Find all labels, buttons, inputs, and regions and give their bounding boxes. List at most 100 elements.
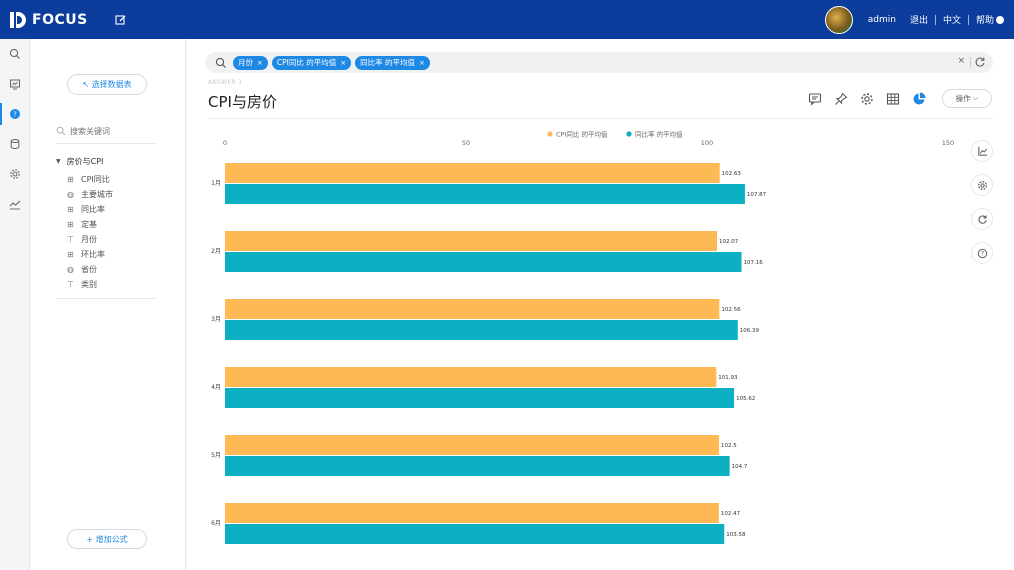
tree-root-table[interactable]: ▼ 房价与CPI — [56, 156, 103, 167]
column-item-label: CPI同比 — [81, 175, 110, 184]
text-field-icon: ⊤ — [67, 235, 74, 244]
axis-button[interactable] — [971, 140, 993, 162]
category-label: 4月 — [211, 384, 221, 391]
trend-icon — [9, 200, 21, 210]
help-label: 帮助 — [975, 16, 994, 26]
query-chip[interactable]: 月份 × — [233, 55, 268, 70]
add-formula-button[interactable]: + 增加公式 — [67, 529, 147, 549]
language-switch[interactable]: 中文 — [936, 13, 968, 26]
data-panel: ↖ 选择数据表 ▼ 房价与CPI ⊞ CPI同比 ◍ 主要城市 ⊞ 同比率 ⊞ 定基 ⊤ 月份 ⊞ 环… — [30, 39, 186, 570]
clear-search-icon[interactable]: × — [957, 56, 965, 66]
bar — [225, 320, 738, 340]
bar — [225, 524, 725, 544]
settings-button[interactable] — [859, 91, 875, 107]
help-icon — [996, 16, 1004, 24]
help-button[interactable]: ? — [971, 242, 993, 264]
bar — [225, 299, 720, 319]
help-link[interactable]: 帮助 — [969, 13, 1014, 26]
data-label: 101.93 — [718, 375, 738, 381]
focus-logo-icon — [10, 11, 26, 28]
data-label: 102.5 — [721, 443, 737, 449]
column-item[interactable]: ⊤ 月份 — [67, 232, 113, 247]
bar — [225, 184, 745, 204]
x-tick-label: 50 — [462, 139, 470, 147]
user-avatar[interactable] — [824, 5, 853, 34]
divider — [970, 57, 971, 68]
comment-button[interactable] — [807, 91, 823, 107]
remove-chip-icon[interactable]: × — [340, 59, 346, 67]
globe-icon: ◍ — [67, 190, 74, 199]
column-item-label: 同比率 — [81, 205, 105, 214]
query-chip[interactable]: 同比率 的平均值 × — [355, 55, 430, 70]
data-label: 106.39 — [740, 328, 760, 334]
remove-chip-icon[interactable]: × — [257, 59, 263, 67]
data-label: 102.47 — [721, 511, 741, 517]
column-item[interactable]: ⊤ 类别 — [67, 277, 113, 292]
column-item[interactable]: ⊞ 同比率 — [67, 202, 113, 217]
caret-down-icon: ▼ — [56, 158, 61, 165]
query-chip-label: CPI同比 的平均值 — [276, 58, 337, 67]
column-item-label: 类别 — [81, 280, 97, 289]
table-view-button[interactable] — [885, 91, 901, 107]
chart-toolbar — [807, 91, 937, 107]
category-label: 1月 — [211, 180, 221, 187]
query-chips: 月份 × CPI同比 的平均值 × 同比率 的平均值 × — [227, 55, 430, 70]
answer-label: ANSWER 1 — [208, 79, 243, 86]
svg-text:?: ? — [13, 111, 17, 119]
x-tick-label: 0 — [223, 139, 227, 147]
chart-type-button[interactable] — [911, 91, 927, 107]
rail-dashboard[interactable] — [0, 69, 30, 99]
column-item-label: 月份 — [81, 235, 97, 244]
data-label: 107.16 — [744, 260, 764, 266]
query-chip[interactable]: CPI同比 的平均值 × — [271, 55, 352, 70]
pin-button[interactable] — [833, 91, 849, 107]
data-label: 103.58 — [726, 532, 746, 538]
refresh-icon[interactable] — [974, 56, 986, 68]
rail-analytics[interactable] — [0, 189, 30, 219]
column-item[interactable]: ◍ 主要城市 — [67, 187, 113, 202]
question-icon: ? — [10, 109, 20, 119]
rail-question[interactable]: ? — [0, 99, 30, 129]
bar — [225, 435, 720, 455]
username[interactable]: admin — [861, 15, 903, 25]
bar — [225, 456, 730, 476]
category-label: 3月 — [211, 316, 221, 323]
legend-swatch — [547, 131, 553, 137]
pie-chart-icon — [913, 92, 926, 105]
search-icon — [9, 48, 20, 59]
logout-link[interactable]: 退出 — [903, 13, 935, 26]
rail-data[interactable] — [0, 129, 30, 159]
text-field-icon: ⊤ — [67, 280, 74, 289]
rotate-button[interactable] — [971, 208, 993, 230]
category-label: 5月 — [211, 452, 221, 459]
category-label: 2月 — [211, 248, 221, 255]
data-label: 107.87 — [747, 192, 767, 198]
tree-root-label: 房价与CPI — [66, 157, 104, 166]
main-content: 月份 × CPI同比 的平均值 × 同比率 的平均值 × × ANSWER 1 CPI与房… — [187, 39, 1014, 570]
column-item[interactable]: ◍ 省份 — [67, 262, 113, 277]
edit-icon[interactable] — [114, 13, 128, 27]
bar — [225, 163, 720, 183]
keyword-search-input[interactable] — [70, 126, 150, 136]
operate-button[interactable]: 操作 ⌵ — [942, 89, 992, 108]
pin-icon — [835, 92, 848, 105]
column-item[interactable]: ⊞ 环比率 — [67, 247, 113, 262]
remove-chip-icon[interactable]: × — [419, 59, 425, 67]
x-tick-label: 150 — [942, 139, 954, 147]
query-search-bar[interactable]: 月份 × CPI同比 的平均值 × 同比率 的平均值 × × — [205, 52, 993, 73]
rail-search[interactable] — [0, 39, 30, 69]
column-item-label: 环比率 — [81, 250, 105, 259]
chart-settings-button[interactable] — [971, 174, 993, 196]
column-item-label: 定基 — [81, 220, 97, 229]
rail-settings[interactable] — [0, 159, 30, 189]
select-table-button[interactable]: ↖ 选择数据表 — [67, 74, 147, 95]
search-icon — [215, 57, 226, 68]
chart-side-tools: ? — [971, 140, 993, 276]
operate-label: 操作 — [955, 94, 971, 103]
column-item[interactable]: ⊞ CPI同比 — [67, 172, 113, 187]
app-logo[interactable]: FOCUS — [10, 11, 88, 29]
data-label: 102.07 — [719, 239, 739, 245]
column-item[interactable]: ⊞ 定基 — [67, 217, 113, 232]
column-list: ⊞ CPI同比 ◍ 主要城市 ⊞ 同比率 ⊞ 定基 ⊤ 月份 ⊞ 环比率 ◍ 省份 ⊤ 类别 — [67, 172, 113, 292]
query-chip-label: 同比率 的平均值 — [360, 58, 415, 67]
